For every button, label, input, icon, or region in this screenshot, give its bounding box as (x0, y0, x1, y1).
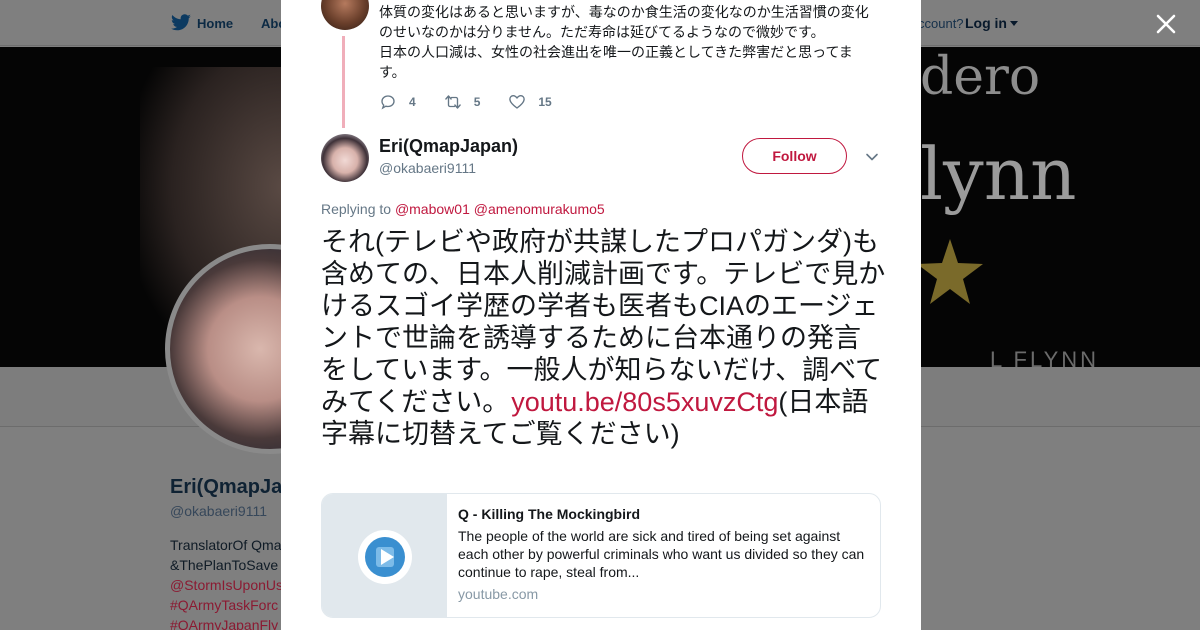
card-description: The people of the world are sick and tir… (458, 528, 865, 580)
tweet-modal: 体質の変化はあると思いますが、毒なのか食生活の変化なのか生活習慣の変化のせいなの… (281, 0, 921, 630)
close-icon[interactable] (1152, 10, 1180, 38)
card-title: Q - Killing The Mockingbird (458, 506, 640, 522)
banner-text-line3: L FLYNN (990, 347, 1100, 367)
reply-action[interactable]: 4 (379, 93, 416, 111)
bio-hashtag[interactable]: #QArmyTaskForc (170, 595, 290, 615)
mention-link[interactable]: @mabow01 (395, 201, 470, 217)
profile-bio: TranslatorOf Qma &ThePlanToSave @StormIs… (170, 535, 290, 630)
bio-line: TranslatorOf Qma (170, 537, 282, 553)
profile-name: Eri(QmapJa (170, 476, 283, 498)
retweet-icon (444, 95, 461, 109)
twitter-bird-icon[interactable] (170, 14, 192, 32)
author-name[interactable]: Eri(QmapJapan) (379, 136, 518, 157)
star-icon (917, 239, 983, 304)
banner-text-line2: lynn (920, 132, 1077, 216)
tweet-link[interactable]: youtu.be/80s5xuvzCtg (509, 387, 778, 417)
account-prompt: ccount? (918, 16, 964, 31)
card-domain: youtube.com (458, 586, 539, 602)
follow-button[interactable]: Follow (742, 138, 847, 174)
like-count: 15 (538, 95, 552, 109)
nav-home-link[interactable]: Home (197, 16, 233, 31)
play-icon (358, 530, 412, 584)
previous-tweet-avatar[interactable] (321, 0, 369, 30)
thread-connector-line (342, 36, 345, 128)
bio-mention[interactable]: @StormIsUponUs (170, 575, 290, 595)
bio-line: &ThePlanToSave (170, 557, 279, 573)
link-preview-card[interactable]: Q - Killing The Mockingbird The people o… (321, 493, 881, 618)
author-handle[interactable]: @okabaeri9111 (379, 160, 476, 176)
like-icon (509, 95, 526, 109)
login-label: Log in (965, 15, 1007, 31)
chevron-down-icon[interactable] (865, 150, 879, 164)
reply-count: 4 (409, 95, 416, 109)
bio-hashtag[interactable]: #QArmyJapanFly (170, 615, 290, 630)
replying-to: Replying to @mabow01 @amenomurakumo5 (321, 201, 605, 217)
login-dropdown[interactable]: Log in (965, 15, 1018, 31)
card-thumbnail (322, 494, 447, 617)
banner-text-line1: dero (920, 47, 1041, 107)
mention-link[interactable]: @amenomurakumo5 (474, 201, 605, 217)
reply-icon (381, 95, 395, 110)
profile-handle[interactable]: @okabaeri9111 (170, 503, 267, 519)
previous-tweet-actions: 4 5 15 (379, 92, 580, 112)
previous-tweet-text: 体質の変化はあると思いますが、毒なのか食生活の変化なのか生活習慣の変化のせいなの… (379, 4, 869, 80)
caret-down-icon (1010, 21, 1018, 26)
like-action[interactable]: 15 (508, 93, 552, 111)
retweet-action[interactable]: 5 (444, 93, 481, 111)
card-body: Q - Killing The Mockingbird The people o… (447, 494, 880, 617)
tweet-text: それ(テレビや政府が共謀したプロパガンダ)も含めての、日本人削減計画です。テレビ… (321, 226, 886, 450)
retweet-count: 5 (473, 95, 481, 109)
author-avatar[interactable] (321, 134, 369, 182)
replying-prefix: Replying to (321, 201, 392, 217)
